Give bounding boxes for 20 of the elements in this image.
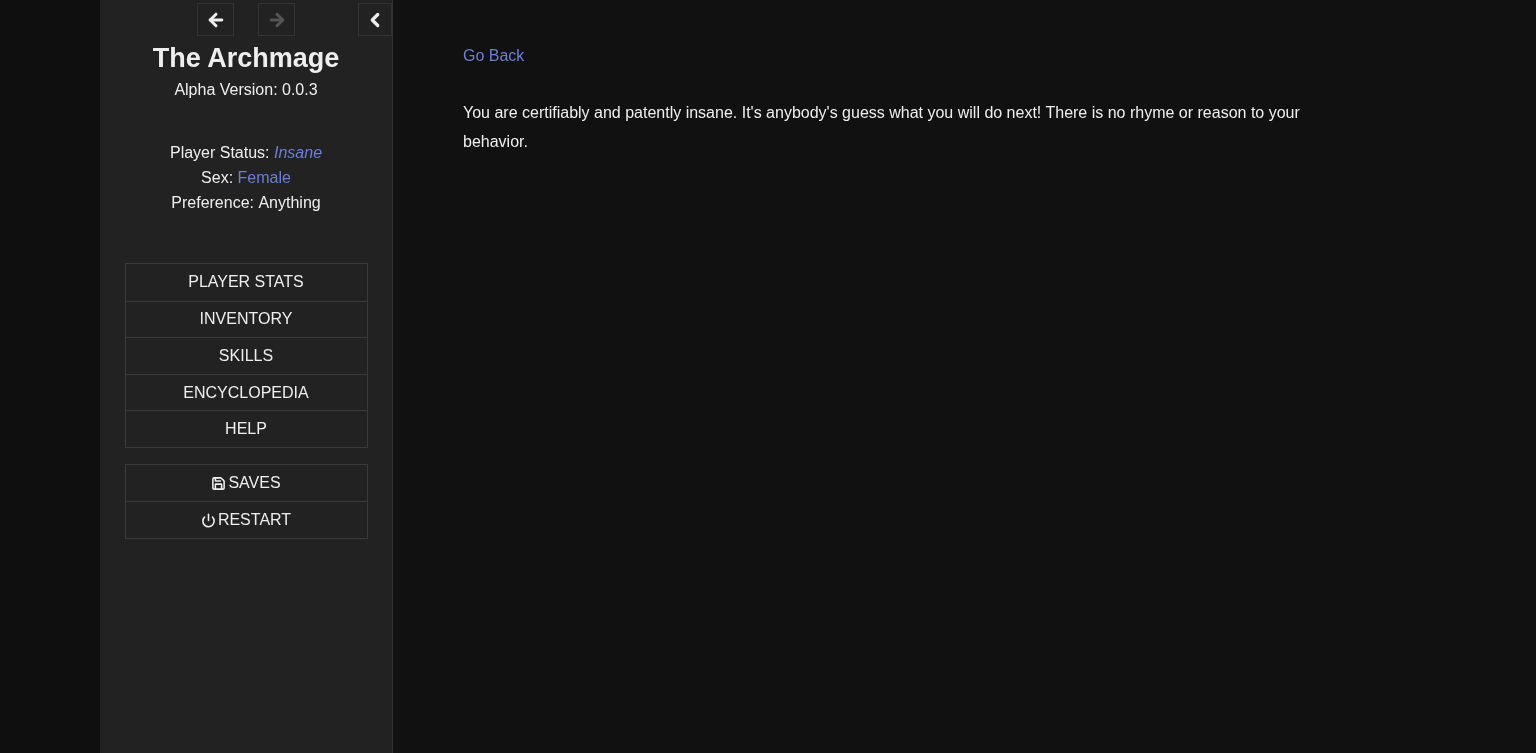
power-icon (200, 512, 216, 528)
menu-item[interactable]: PLAYER STATS (125, 264, 367, 301)
menu-item[interactable]: SKILLS (125, 337, 367, 374)
game-title: The Archmage (152, 42, 340, 74)
version-text: Alpha Version: 0.0.3 (174, 80, 318, 100)
menu-item[interactable]: RESTART (125, 501, 367, 538)
collapse-sidebar-button[interactable] (358, 3, 392, 36)
back-button[interactable] (197, 3, 234, 36)
status-value[interactable]: Female (237, 165, 291, 190)
go-back-link[interactable]: Go Back (463, 47, 525, 64)
menu-item[interactable]: HELP (125, 410, 367, 447)
status-label: Player Status: (169, 143, 271, 163)
menu-item[interactable]: INVENTORY (125, 300, 367, 338)
status-value: Anything (258, 193, 321, 213)
passage-text: You are certifiably and patently insane. It's anybody's guess what you will do next! There is no rhyme or reason to your behavior. (463, 103, 1301, 152)
menu-item[interactable]: ENCYCLOPEDIA (125, 373, 367, 411)
status-value: Insane (274, 143, 323, 163)
status-label: Preference: (171, 193, 255, 213)
status-label: Sex: (201, 168, 235, 188)
menu-item[interactable]: SAVES (125, 464, 367, 502)
